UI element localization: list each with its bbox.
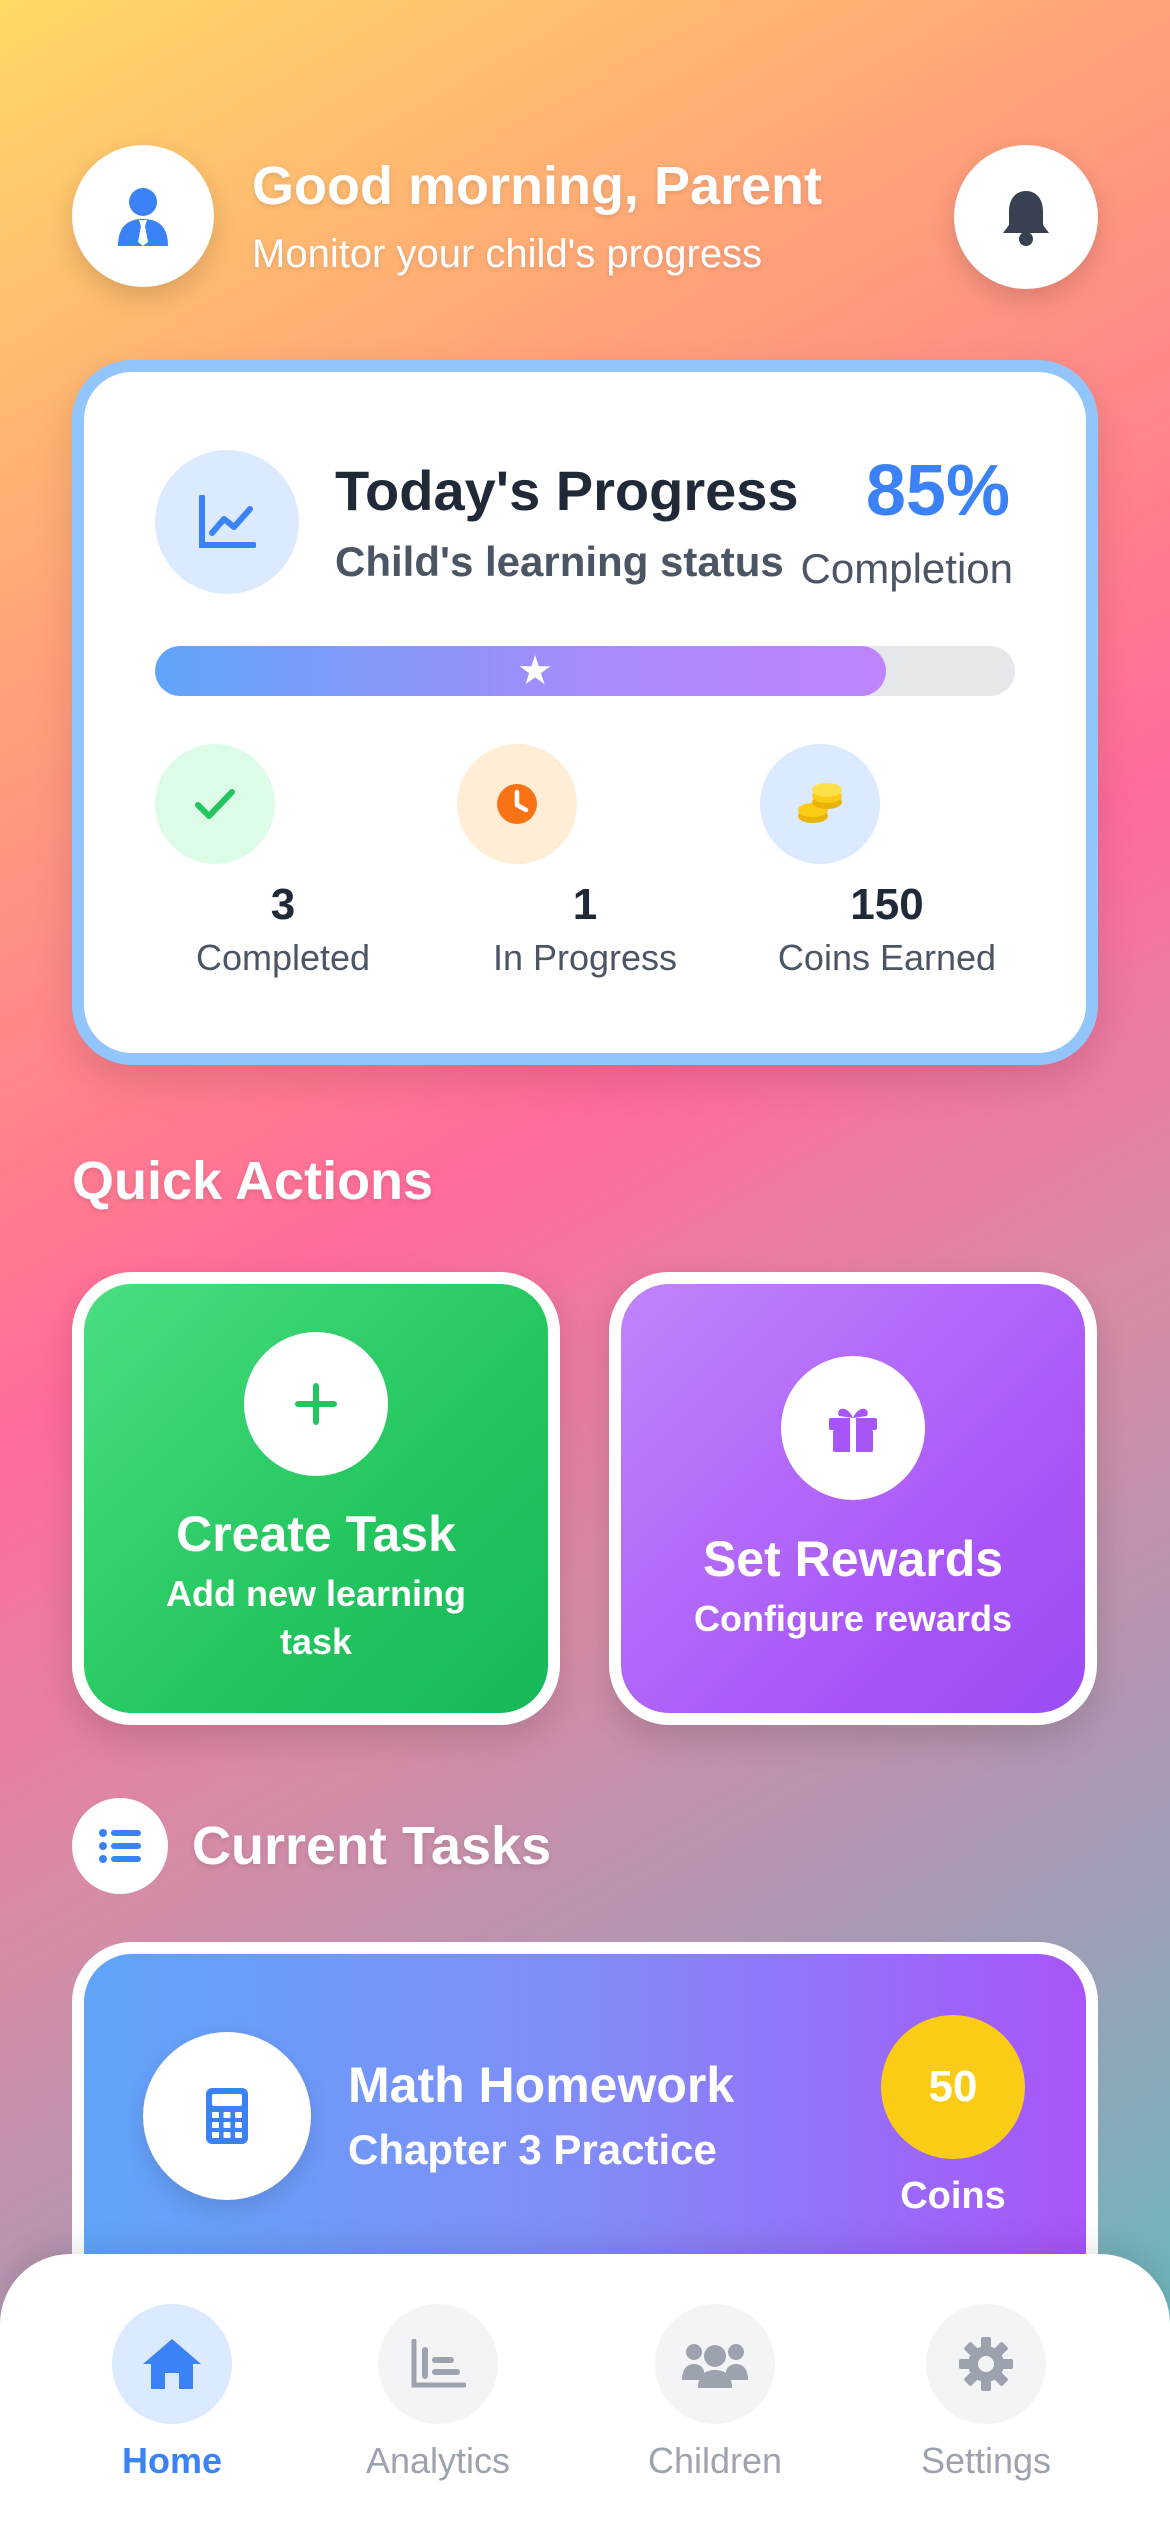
- completion-percent: 85%: [865, 451, 1010, 531]
- nav-item-home[interactable]: Home: [62, 2304, 282, 2482]
- completed-icon-badge: [155, 744, 275, 864]
- progress-title: Today's Progress: [335, 459, 799, 522]
- avatar-button[interactable]: [72, 145, 214, 287]
- notification-button[interactable]: [954, 145, 1098, 289]
- task-coins-badge: 50: [881, 2015, 1025, 2159]
- nav-settings-icon-badge: [926, 2304, 1046, 2424]
- completion-label: Completion: [800, 545, 1013, 592]
- nav-item-children[interactable]: Children: [605, 2304, 825, 2482]
- create-task-subtitle: Add new learning task: [165, 1573, 467, 1662]
- nav-children-label: Children: [647, 2440, 783, 2481]
- users-icon: [682, 2344, 748, 2388]
- analytics-icon: [411, 2339, 466, 2388]
- create-task-title: Create Task: [176, 1506, 456, 1562]
- home-icon: [143, 2339, 201, 2389]
- bell-icon: [1003, 191, 1049, 246]
- star-icon: ★: [517, 649, 554, 693]
- user-tie-icon: [118, 188, 168, 246]
- task-coins-label: Coins: [900, 2175, 1006, 2217]
- nav-item-settings[interactable]: Settings: [876, 2304, 1096, 2482]
- progress-icon-badge: [155, 450, 299, 594]
- quick-actions-title: Quick Actions: [72, 1151, 434, 1211]
- in-progress-icon-badge: [457, 744, 577, 864]
- nav-home-label: Home: [121, 2440, 223, 2481]
- task-subtitle: Chapter 3 Practice: [348, 2126, 717, 2173]
- nav-analytics-label: Analytics: [365, 2440, 511, 2481]
- progress-bar: ★: [155, 646, 1015, 696]
- current-tasks-title: Current Tasks: [192, 1816, 552, 1876]
- list-icon: [99, 1829, 141, 1863]
- task-title: Math Homework: [348, 2057, 735, 2113]
- in-progress-label: In Progress: [492, 937, 678, 978]
- nav-analytics-icon-badge: [378, 2304, 498, 2424]
- in-progress-count: 1: [572, 880, 598, 929]
- progress-subtitle: Child's learning status: [335, 538, 784, 585]
- completed-count: 3: [270, 880, 296, 929]
- coins-icon-badge: [760, 744, 880, 864]
- nav-children-icon-badge: [655, 2304, 775, 2424]
- greeting-text: Good morning, Parent: [252, 156, 823, 216]
- nav-home-icon-badge: [112, 2304, 232, 2424]
- coins-earned-label: Coins Earned: [777, 937, 997, 978]
- set-rewards-subtitle: Configure rewards: [693, 1598, 1013, 1639]
- check-icon: [195, 789, 235, 819]
- nav-item-analytics[interactable]: Analytics: [328, 2304, 548, 2482]
- set-rewards-title: Set Rewards: [702, 1531, 1004, 1587]
- set-rewards-icon-badge: [781, 1356, 925, 1500]
- clock-icon: [497, 784, 537, 824]
- task-icon-badge: [143, 2032, 311, 2200]
- bottom-nav: Home Analytics Children Settings: [0, 2254, 1170, 2532]
- nav-settings-label: Settings: [920, 2440, 1052, 2481]
- current-tasks-icon-badge: [72, 1798, 168, 1894]
- chart-line-icon: [199, 495, 256, 548]
- calculator-icon: [206, 2088, 248, 2144]
- coins-icon: [798, 783, 842, 823]
- coins-earned-count: 150: [850, 880, 924, 929]
- plus-icon: [295, 1383, 337, 1425]
- completed-label: Completed: [195, 937, 371, 978]
- greeting-subtitle: Monitor your child's progress: [252, 232, 763, 276]
- gear-icon: [959, 2337, 1013, 2391]
- create-task-icon-badge: [244, 1332, 388, 1476]
- gift-icon: [829, 1408, 877, 1452]
